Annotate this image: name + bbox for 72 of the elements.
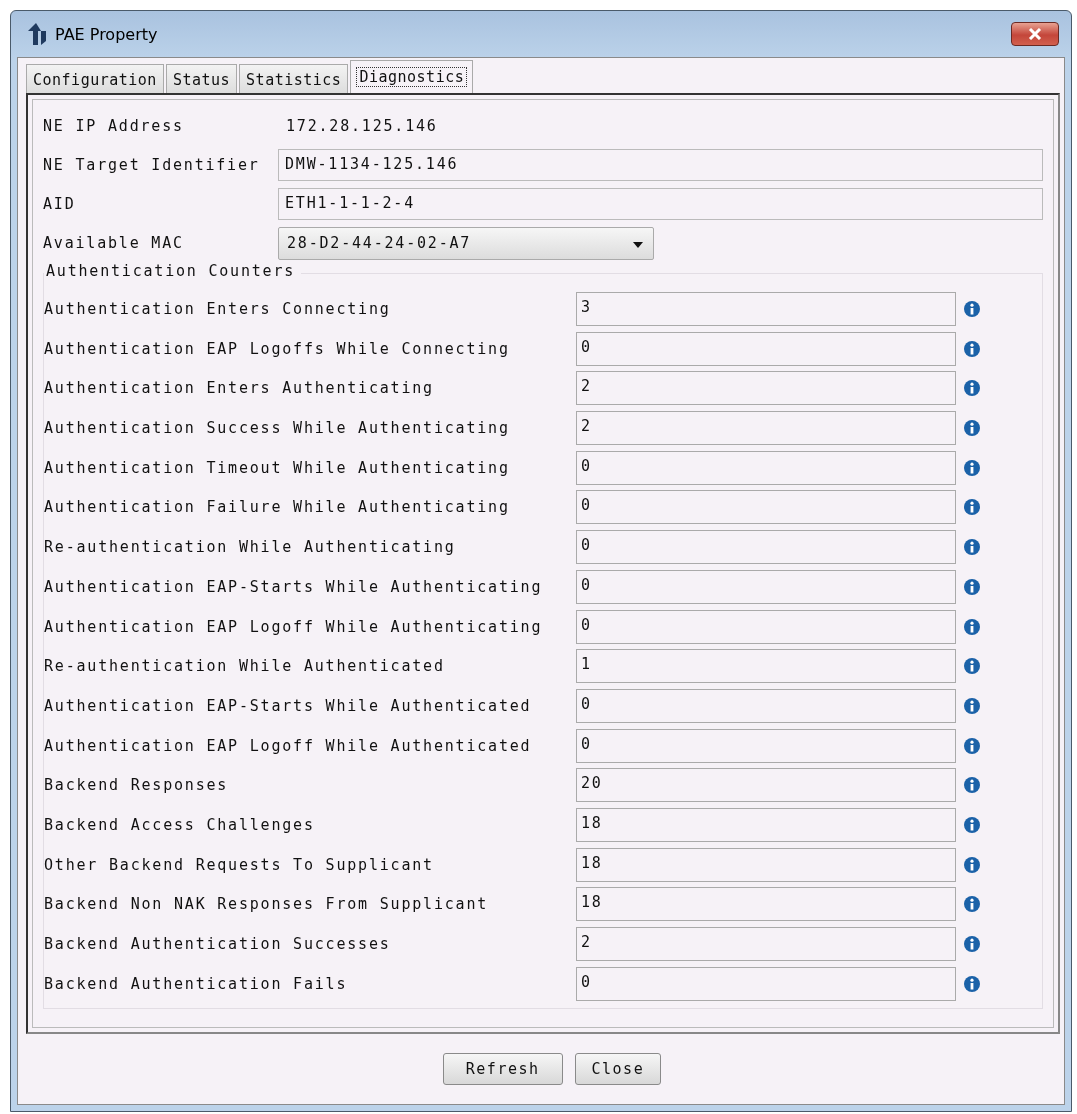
tab[interactable]: Status [165,64,238,94]
counter-field[interactable]: 1 [576,649,956,684]
counter-field[interactable]: 0 [576,728,956,763]
counter-label: Backend Non NAK Responses From Supplicant [44,895,490,914]
counter-field[interactable]: 2 [576,371,956,406]
counter-field[interactable]: 0 [576,609,956,644]
counter-field[interactable]: 0 [576,966,956,1001]
tab[interactable]: Diagnostics [350,60,474,94]
info-icon[interactable] [964,777,980,794]
info-icon[interactable] [964,936,980,952]
counter-field[interactable]: 2 [576,927,956,961]
window-title: PAE Property [55,24,159,44]
counter-field[interactable]: 18 [576,807,956,842]
field-label: NE IP Address [43,117,185,135]
info-icon[interactable] [964,697,980,714]
counter-label: Re-authentication While Authenticating [44,538,457,557]
counter-label: Re-authentication While Authenticated [44,657,446,676]
counter-label: Authentication Timeout While Authenticating [44,458,511,477]
counter-label: Other Backend Requests To Supplicant [44,855,435,874]
counter-label: Authentication EAP-Starts While Authenticated [44,696,533,715]
dialog-button[interactable]: Close [574,1053,662,1085]
text-field[interactable]: DMW-1134-125.146 [278,149,1043,181]
info-icon[interactable] [964,816,980,833]
counter-label: Authentication Success While Authenticating [44,419,511,438]
info-icon[interactable] [964,459,980,476]
counter-label: Authentication Enters Authenticating [44,379,435,398]
close-icon[interactable] [1011,22,1059,46]
counter-label: Backend Authentication Successes [44,935,392,953]
dialog-button[interactable]: Refresh [442,1053,563,1085]
counter-label: Authentication EAP Logoffs While Connecting [44,339,511,358]
counter-field[interactable]: 0 [576,331,956,366]
counter-label: Authentication EAP Logoff While Authenticating [44,617,544,636]
counter-label: Backend Authentication Fails [44,974,349,993]
info-icon[interactable] [964,658,980,675]
counter-field[interactable]: 0 [576,688,956,723]
counter-label: Authentication EAP-Starts While Authenticating [44,577,544,596]
info-icon[interactable] [964,420,980,437]
field-value: 172.28.125.146 [285,117,438,135]
counter-label: Authentication Failure While Authenticating [44,498,511,517]
field-label: NE Target Identifier [43,156,261,174]
tab[interactable]: Configuration [26,64,164,94]
counter-field[interactable]: 0 [576,530,956,565]
info-icon[interactable] [964,737,980,754]
counter-field[interactable]: 20 [576,768,956,803]
field-label: Available MAC [43,234,185,252]
info-icon[interactable] [964,301,980,317]
counter-field[interactable]: 0 [576,569,956,604]
info-icon[interactable] [964,380,980,397]
counter-label: Backend Responses [44,776,230,795]
counter-field[interactable]: 3 [576,292,956,326]
info-icon[interactable] [964,499,980,516]
counter-field[interactable]: 2 [576,411,956,446]
tab[interactable]: Statistics [239,64,349,94]
info-icon[interactable] [964,578,980,595]
counter-field[interactable]: 18 [576,847,956,882]
info-icon[interactable] [964,975,980,992]
counter-label: Backend Access Challenges [44,815,316,834]
counter-label: Authentication EAP Logoff While Authenticated [44,736,533,755]
app-icon [27,21,49,47]
counter-field[interactable]: 0 [576,490,956,525]
info-icon[interactable] [964,340,980,357]
mac-dropdown[interactable]: 28-D2-44-24-02-A7 [278,226,654,260]
text-field[interactable]: ETH1-1-1-2-4 [278,188,1043,220]
info-icon[interactable] [964,539,980,556]
counter-field[interactable]: 18 [576,887,956,922]
counter-field[interactable]: 0 [576,450,956,485]
field-label: AID [43,195,77,213]
info-icon[interactable] [964,896,980,913]
caret-icon [633,242,643,248]
info-icon[interactable] [964,856,980,873]
info-icon[interactable] [964,618,980,635]
counter-label: Authentication Enters Connecting [44,300,392,318]
